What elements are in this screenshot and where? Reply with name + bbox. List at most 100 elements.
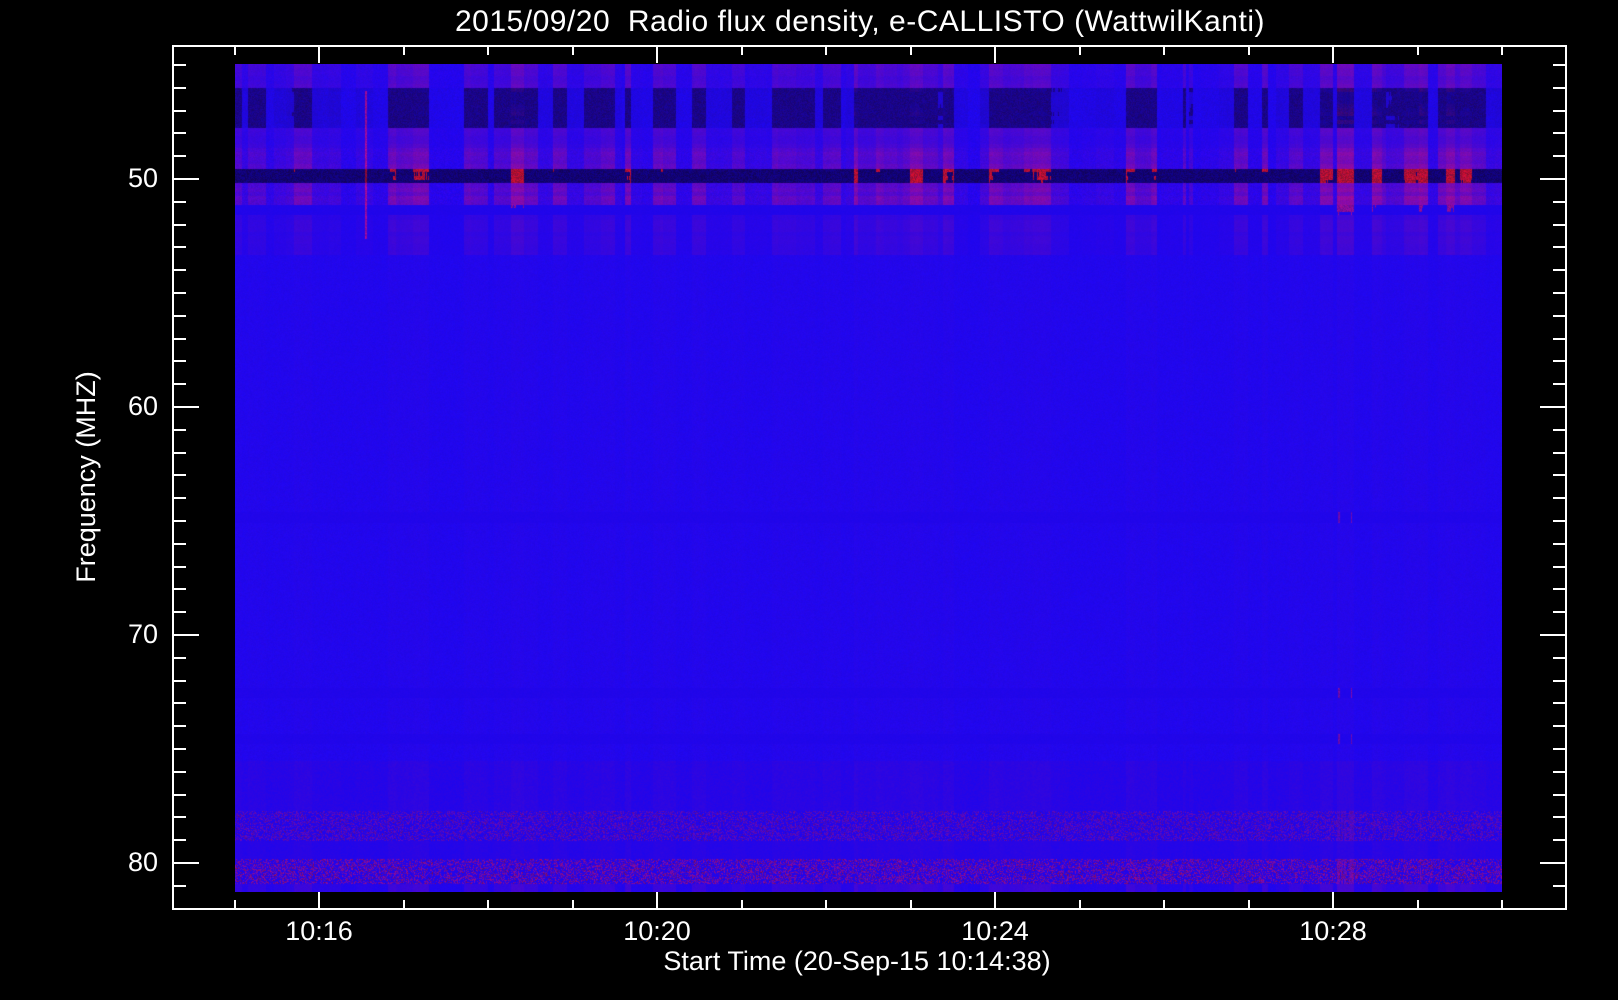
x-minor-tick bbox=[1417, 900, 1419, 910]
y-minor-tick-right bbox=[1553, 794, 1567, 796]
y-minor-tick bbox=[172, 201, 186, 203]
y-minor-tick bbox=[172, 839, 186, 841]
y-minor-tick bbox=[172, 702, 186, 704]
x-major-tick-top bbox=[994, 45, 996, 63]
x-major-tick bbox=[1332, 892, 1334, 910]
x-minor-tick-top bbox=[403, 45, 405, 55]
y-minor-tick bbox=[172, 64, 186, 66]
y-minor-tick bbox=[172, 725, 186, 727]
y-minor-tick bbox=[172, 771, 186, 773]
y-minor-tick-right bbox=[1553, 132, 1567, 134]
y-major-tick-right bbox=[1540, 634, 1567, 636]
y-minor-tick-right bbox=[1553, 588, 1567, 590]
x-minor-tick bbox=[910, 900, 912, 910]
x-minor-tick bbox=[825, 900, 827, 910]
y-minor-tick bbox=[172, 429, 186, 431]
y-minor-tick-right bbox=[1553, 452, 1567, 454]
y-major-tick bbox=[172, 862, 199, 864]
y-minor-tick bbox=[172, 794, 186, 796]
y-minor-tick bbox=[172, 474, 186, 476]
y-minor-tick bbox=[172, 383, 186, 385]
y-minor-tick-right bbox=[1553, 543, 1567, 545]
x-tick-label: 10:20 bbox=[623, 916, 691, 946]
y-minor-tick bbox=[172, 338, 186, 340]
y-minor-tick bbox=[172, 110, 186, 112]
x-minor-tick-top bbox=[1248, 45, 1250, 55]
y-minor-tick bbox=[172, 132, 186, 134]
y-major-tick bbox=[172, 406, 199, 408]
y-minor-tick-right bbox=[1553, 110, 1567, 112]
x-minor-tick-top bbox=[825, 45, 827, 55]
y-minor-tick bbox=[172, 497, 186, 499]
x-major-tick bbox=[994, 892, 996, 910]
x-minor-tick-top bbox=[487, 45, 489, 55]
x-minor-tick-top bbox=[1163, 45, 1165, 55]
y-minor-tick bbox=[172, 611, 186, 613]
y-minor-tick bbox=[172, 588, 186, 590]
y-minor-tick-right bbox=[1553, 292, 1567, 294]
plot-frame bbox=[172, 45, 1567, 910]
y-minor-tick-right bbox=[1553, 497, 1567, 499]
x-major-tick-top bbox=[318, 45, 320, 63]
y-minor-tick-right bbox=[1553, 383, 1567, 385]
y-minor-tick-right bbox=[1553, 702, 1567, 704]
y-minor-tick bbox=[172, 680, 186, 682]
y-minor-tick-right bbox=[1553, 657, 1567, 659]
x-major-tick-top bbox=[1332, 45, 1334, 63]
x-minor-tick bbox=[1501, 900, 1503, 910]
spectrogram-page: 2015/09/20 Radio flux density, e-CALLIST… bbox=[0, 0, 1618, 1000]
y-minor-tick bbox=[172, 452, 186, 454]
y-minor-tick bbox=[172, 360, 186, 362]
y-minor-tick bbox=[172, 155, 186, 157]
y-major-tick bbox=[172, 634, 199, 636]
y-minor-tick bbox=[172, 292, 186, 294]
y-major-tick-right bbox=[1540, 406, 1567, 408]
x-minor-tick bbox=[572, 900, 574, 910]
x-minor-tick bbox=[403, 900, 405, 910]
x-major-tick-top bbox=[656, 45, 658, 63]
x-minor-tick-top bbox=[1417, 45, 1419, 55]
x-major-tick bbox=[318, 892, 320, 910]
y-minor-tick-right bbox=[1553, 360, 1567, 362]
y-major-tick bbox=[172, 178, 199, 180]
y-minor-tick bbox=[172, 908, 186, 910]
y-minor-tick bbox=[172, 269, 186, 271]
y-minor-tick bbox=[172, 885, 186, 887]
x-minor-tick-top bbox=[572, 45, 574, 55]
y-minor-tick-right bbox=[1553, 155, 1567, 157]
y-major-tick-right bbox=[1540, 178, 1567, 180]
y-axis-label: Frequency (MHZ) bbox=[71, 371, 101, 583]
y-minor-tick bbox=[172, 543, 186, 545]
y-minor-tick-right bbox=[1553, 771, 1567, 773]
x-minor-tick bbox=[1163, 900, 1165, 910]
y-minor-tick-right bbox=[1553, 87, 1567, 89]
y-minor-tick bbox=[172, 816, 186, 818]
y-tick-label: 50 bbox=[127, 163, 158, 193]
chart-title: 2015/09/20 Radio flux density, e-CALLIST… bbox=[455, 5, 1265, 38]
y-minor-tick-right bbox=[1553, 725, 1567, 727]
y-minor-tick-right bbox=[1553, 748, 1567, 750]
y-minor-tick-right bbox=[1553, 566, 1567, 568]
y-minor-tick-right bbox=[1553, 201, 1567, 203]
x-minor-tick-top bbox=[234, 45, 236, 55]
y-minor-tick bbox=[172, 520, 186, 522]
y-minor-tick-right bbox=[1553, 816, 1567, 818]
y-minor-tick bbox=[172, 246, 186, 248]
x-minor-tick bbox=[487, 900, 489, 910]
y-minor-tick-right bbox=[1553, 246, 1567, 248]
y-minor-tick-right bbox=[1553, 839, 1567, 841]
x-minor-tick bbox=[1079, 900, 1081, 910]
x-minor-tick-top bbox=[1501, 45, 1503, 55]
y-minor-tick-right bbox=[1553, 908, 1567, 910]
y-minor-tick bbox=[172, 315, 186, 317]
x-axis-label: Start Time (20-Sep-15 10:14:38) bbox=[663, 946, 1051, 976]
y-minor-tick-right bbox=[1553, 429, 1567, 431]
x-major-tick bbox=[656, 892, 658, 910]
y-minor-tick bbox=[172, 657, 186, 659]
x-tick-label: 10:24 bbox=[961, 916, 1029, 946]
y-minor-tick-right bbox=[1553, 315, 1567, 317]
y-minor-tick-right bbox=[1553, 520, 1567, 522]
x-minor-tick bbox=[741, 900, 743, 910]
x-tick-label: 10:16 bbox=[285, 916, 353, 946]
x-minor-tick bbox=[234, 900, 236, 910]
